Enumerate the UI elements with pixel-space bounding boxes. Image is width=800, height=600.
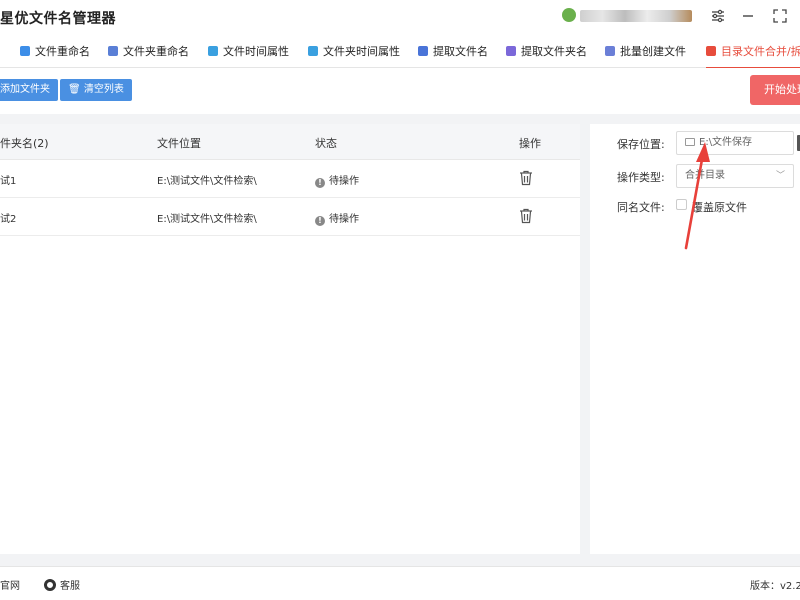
cell-status: ! 待操作 [315, 172, 359, 188]
cell-location: E:\测试文件\文件检索\ [157, 214, 257, 225]
extract-file-icon [418, 46, 428, 56]
app-title: 星优文件名管理器 [0, 11, 116, 27]
tab-bar: 文件重命名 文件夹重命名 文件时间属性 文件夹时间属性 提取文件名 提取文件夹名… [0, 36, 800, 69]
cell-folder-name: 试2 [0, 214, 17, 225]
table-row[interactable]: 试2 E:\测试文件\文件检索\ ! 待操作 [0, 198, 580, 236]
header-location[interactable]: 文件位置 [157, 135, 201, 151]
tab-file-rename[interactable]: 文件重命名 [20, 36, 90, 68]
tab-file-time[interactable]: 文件时间属性 [208, 36, 289, 68]
user-avatar[interactable] [562, 8, 576, 22]
operation-type-label: 操作类型: [617, 171, 665, 184]
tab-folder-rename[interactable]: 文件夹重命名 [108, 36, 189, 68]
table-header: 件夹名(2) 文件位置 状态 操作 [0, 124, 580, 160]
minimize-icon[interactable] [740, 9, 756, 25]
extract-folder-icon [506, 46, 516, 56]
tab-extract-foldername[interactable]: 提取文件夹名 [506, 36, 587, 68]
settings-sliders-icon[interactable] [710, 9, 726, 25]
tab-folder-time[interactable]: 文件夹时间属性 [308, 36, 400, 68]
batch-create-icon [605, 46, 615, 56]
delete-row-icon[interactable] [519, 170, 533, 186]
support-icon [44, 579, 56, 591]
info-icon: ! [315, 216, 325, 226]
tab-directory-merge[interactable]: 目录文件合并/拆 [706, 36, 800, 69]
file-rename-icon [20, 46, 30, 56]
clear-list-button[interactable]: 🗑 清空列表 [60, 79, 132, 101]
folder-table: 件夹名(2) 文件位置 状态 操作 试1 E:\测试文件\文件检索\ ! 待操作 … [0, 124, 580, 554]
info-icon: ! [315, 178, 325, 188]
tab-extract-filename[interactable]: 提取文件名 [418, 36, 488, 68]
title-bar: 星优文件名管理器 [0, 0, 800, 36]
user-name-blurred[interactable] [580, 10, 692, 22]
maximize-icon[interactable] [772, 9, 788, 25]
support-link[interactable]: 客服 [44, 577, 80, 592]
website-link[interactable]: 官网 [0, 577, 20, 592]
footer: 官网 客服 版本：v2.2 [0, 566, 800, 600]
trash-small-icon: 🗑 [68, 84, 84, 95]
same-name-label: 同名文件: [617, 201, 665, 214]
delete-row-icon[interactable] [519, 208, 533, 224]
tab-batch-create[interactable]: 批量创建文件 [605, 36, 686, 68]
merge-icon [706, 46, 716, 56]
start-process-button[interactable]: 开始处理 [750, 75, 800, 105]
header-folder-name[interactable]: 件夹名(2) [0, 135, 49, 151]
header-status[interactable]: 状态 [315, 135, 337, 151]
folder-rename-icon [108, 46, 118, 56]
file-time-icon [208, 46, 218, 56]
header-action: 操作 [519, 137, 541, 150]
toolbar: 添加文件夹 🗑 清空列表 开始处理 [0, 68, 800, 114]
chevron-down-icon: ﹀ [775, 171, 785, 181]
cell-status: ! 待操作 [315, 210, 359, 226]
folder-time-icon [308, 46, 318, 56]
save-location-label: 保存位置: [617, 138, 665, 151]
cell-location: E:\测试文件\文件检索\ [157, 176, 257, 187]
annotation-arrow [684, 142, 710, 250]
table-row[interactable]: 试1 E:\测试文件\文件检索\ ! 待操作 [0, 160, 580, 198]
add-folder-button[interactable]: 添加文件夹 [0, 79, 58, 101]
version-label: 版本：v2.2 [750, 581, 800, 592]
cell-folder-name: 试1 [0, 176, 17, 187]
